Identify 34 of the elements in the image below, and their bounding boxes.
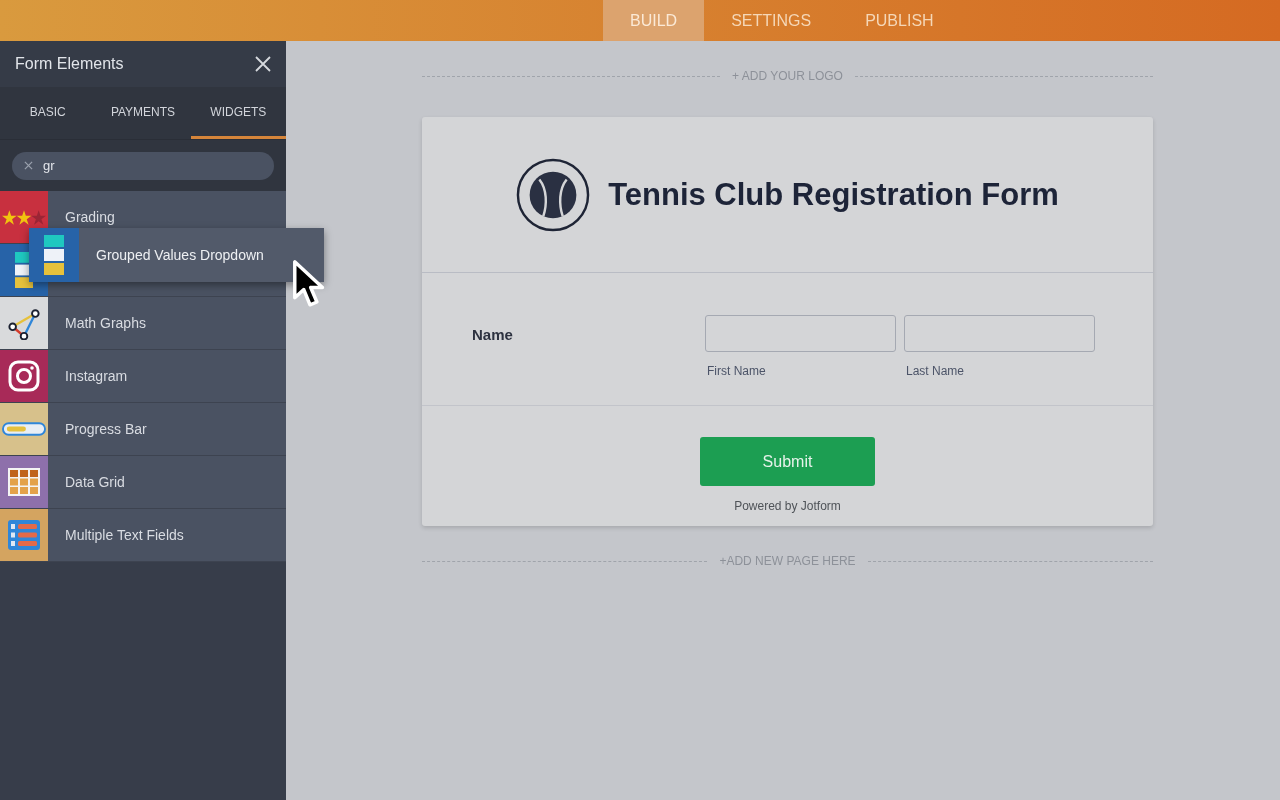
close-icon[interactable] [255,56,271,72]
panel-tab[interactable]: PAYMENTS [95,87,191,139]
name-input[interactable] [705,315,896,352]
camera-icon [8,360,40,392]
widget-label: Data Grid [65,474,125,490]
search-field[interactable]: gr [12,151,274,180]
widget-label: Grading [65,209,115,225]
field-label: Name [472,326,514,343]
stacked-list-icon [44,235,64,275]
input-sublabel: First Name [707,364,767,378]
powered-by-text: Powered by Jotform [734,499,841,513]
tennis-ball-logo-icon [516,157,591,232]
widget-label: Multiple Text Fields [65,527,184,543]
dragged-widget-tooltip[interactable]: Grouped Values Dropdown [29,228,324,282]
clear-icon[interactable] [24,161,33,170]
panel-title: Form Elements [15,55,124,73]
widget-item[interactable]: Math Graphs [0,297,286,350]
widget-item[interactable]: Data Grid [0,456,286,509]
widget-label: Instagram [65,368,128,384]
input-sublabel: Last Name [906,364,966,378]
stars-icon [2,209,46,225]
widget-item[interactable]: Multiple Text Fields [0,509,286,562]
name-input[interactable] [904,315,1095,352]
submit-button[interactable]: Submit [700,437,875,486]
panel-tab[interactable]: BASIC [0,87,96,139]
widget-item[interactable]: Progress Bar [0,403,286,456]
graph-icon [7,306,41,340]
widget-label: Progress Bar [65,421,147,437]
form-title: Tennis Club Registration Form [608,176,1059,213]
text-fields-icon [8,520,40,550]
widget-label: Math Graphs [65,315,146,331]
grid-icon [8,468,40,496]
widget-item[interactable]: Instagram [0,350,286,403]
progress-bar-icon [2,422,46,436]
